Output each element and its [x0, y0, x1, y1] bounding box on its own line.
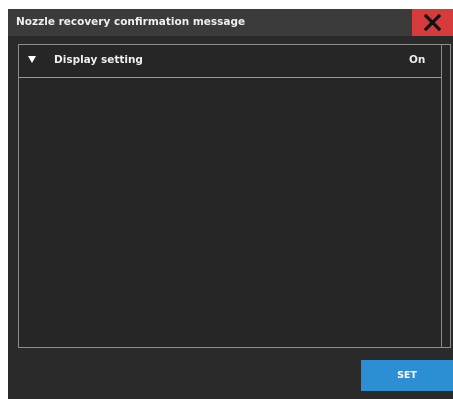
display-setting-value: On	[409, 54, 426, 66]
row-divider	[19, 77, 441, 78]
display-setting-row[interactable]: Display setting On	[19, 45, 441, 77]
dialog-title: Nozzle recovery confirmation message	[16, 16, 246, 28]
close-button[interactable]	[412, 9, 453, 36]
set-button[interactable]: SET	[361, 360, 453, 391]
settings-panel: Display setting On	[18, 44, 451, 348]
scrollbar-track[interactable]	[441, 45, 442, 347]
triangle-down-icon[interactable]	[28, 56, 36, 63]
dialog-titlebar: Nozzle recovery confirmation message	[8, 9, 453, 36]
display-setting-label: Display setting	[54, 54, 143, 66]
nozzle-recovery-dialog: Nozzle recovery confirmation message Dis…	[8, 9, 453, 399]
close-icon	[424, 14, 441, 31]
